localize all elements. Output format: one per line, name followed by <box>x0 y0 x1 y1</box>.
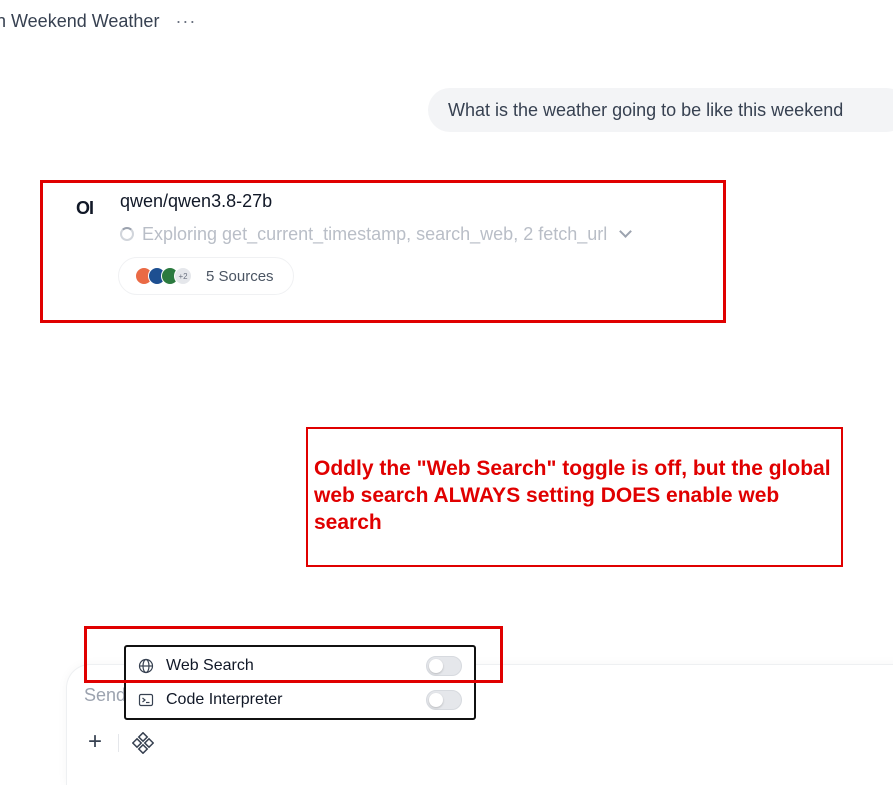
chat-title[interactable]: n Weekend Weather <box>0 11 159 32</box>
toolbar-divider <box>118 734 119 752</box>
toggle-knob <box>429 693 443 707</box>
code-interpreter-toggle[interactable] <box>426 690 462 710</box>
annotation-text: Oddly the "Web Search" toggle is off, bu… <box>314 457 831 534</box>
annotation-box-response <box>40 180 726 323</box>
code-interpreter-label: Code Interpreter <box>166 691 283 708</box>
user-message-text: What is the weather going to be like thi… <box>448 99 844 120</box>
chat-header: n Weekend Weather ··· <box>0 8 198 34</box>
more-options-button[interactable]: ··· <box>173 12 198 30</box>
annotation-box-tools <box>84 626 503 683</box>
terminal-icon <box>138 693 154 707</box>
integrations-icon <box>131 731 155 755</box>
message-input-placeholder[interactable]: Send <box>84 685 126 706</box>
user-message-bubble: What is the weather going to be like thi… <box>428 88 893 132</box>
integrations-button[interactable] <box>131 731 155 755</box>
code-interpreter-item[interactable]: Code Interpreter <box>126 684 474 716</box>
add-attachment-button[interactable]: + <box>84 730 106 754</box>
